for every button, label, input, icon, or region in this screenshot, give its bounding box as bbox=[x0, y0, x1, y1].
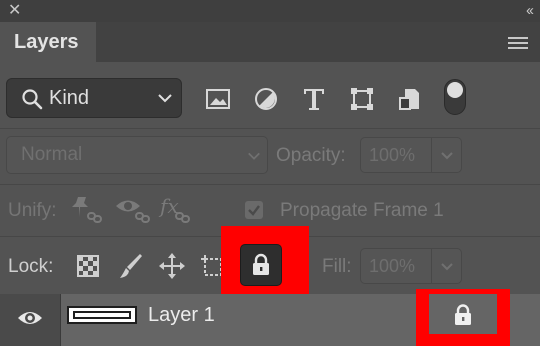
lock-position-icon[interactable] bbox=[158, 252, 186, 280]
filter-toggle-switch[interactable] bbox=[444, 79, 466, 115]
chevron-down-icon bbox=[441, 263, 453, 271]
chevron-down-icon bbox=[441, 152, 453, 160]
panel-tab-bar: Layers bbox=[0, 22, 540, 62]
lock-all-icon bbox=[253, 253, 269, 275]
unify-style-icon[interactable]: fx bbox=[158, 195, 194, 225]
checkmark-icon bbox=[248, 205, 260, 216]
opacity-input[interactable]: 100% bbox=[360, 137, 432, 173]
collapse-panel-button[interactable]: ‹‹ bbox=[526, 3, 534, 19]
divider bbox=[0, 184, 540, 185]
lock-transparent-pixels-icon[interactable] bbox=[74, 252, 102, 280]
blend-mode-label: Normal bbox=[21, 144, 83, 165]
search-icon bbox=[22, 89, 43, 110]
lock-all-button[interactable] bbox=[240, 244, 282, 286]
panel-menu-icon[interactable] bbox=[508, 37, 528, 49]
layer-lock-indicator[interactable] bbox=[429, 294, 497, 334]
filter-kind-label: Kind bbox=[49, 87, 90, 109]
shape-filter-icon[interactable] bbox=[349, 86, 375, 112]
adjustment-filter-icon[interactable] bbox=[253, 86, 279, 112]
unify-visibility-icon[interactable] bbox=[114, 195, 154, 225]
fill-dropdown-button[interactable] bbox=[432, 248, 462, 284]
smart-object-filter-icon[interactable] bbox=[397, 86, 423, 112]
layer-name: Layer 1 bbox=[148, 304, 215, 326]
visibility-eye-icon[interactable] bbox=[16, 308, 44, 328]
tab-layers[interactable]: Layers bbox=[0, 22, 96, 62]
opacity-value: 100% bbox=[369, 145, 416, 165]
filter-kind-select[interactable]: Kind bbox=[6, 78, 182, 118]
lock-label: Lock: bbox=[8, 256, 54, 277]
panel-title-bar: ✕ ‹‹ bbox=[0, 0, 540, 22]
blend-mode-select[interactable]: Normal bbox=[6, 136, 268, 174]
image-filter-icon[interactable] bbox=[205, 86, 231, 112]
layer-thumbnail bbox=[67, 306, 137, 324]
close-panel-button[interactable]: ✕ bbox=[8, 3, 21, 19]
fill-label: Fill: bbox=[322, 256, 352, 277]
opacity-label: Opacity: bbox=[276, 145, 346, 166]
lock-image-pixels-icon[interactable] bbox=[116, 252, 144, 280]
chevron-down-icon bbox=[158, 94, 172, 103]
lock-icon bbox=[455, 304, 471, 325]
fill-value: 100% bbox=[369, 256, 416, 276]
chevron-down-icon bbox=[248, 152, 260, 160]
fill-input[interactable]: 100% bbox=[360, 248, 432, 284]
divider bbox=[0, 128, 540, 129]
propagate-frame-checkbox[interactable] bbox=[245, 201, 263, 219]
propagate-frame-label: Propagate Frame 1 bbox=[280, 200, 444, 221]
unify-position-icon[interactable] bbox=[70, 195, 106, 225]
tab-layers-label: Layers bbox=[14, 31, 79, 53]
opacity-dropdown-button[interactable] bbox=[432, 137, 462, 173]
type-filter-icon[interactable] bbox=[301, 86, 327, 112]
unify-label: Unify: bbox=[8, 200, 57, 221]
